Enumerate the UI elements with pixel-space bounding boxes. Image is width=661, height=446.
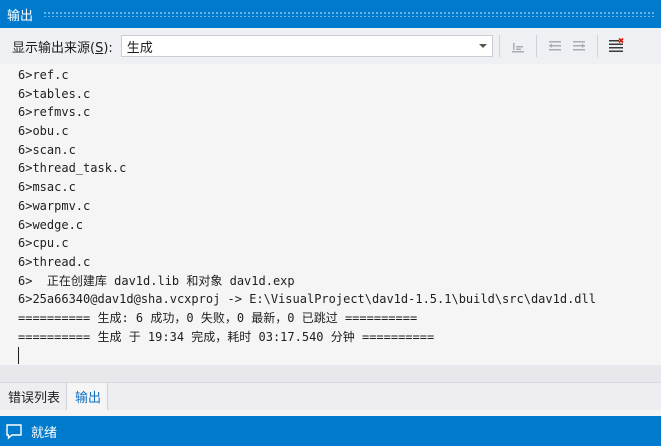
output-line: 6>scan.c: [18, 142, 76, 157]
next-message-button[interactable]: [567, 34, 591, 58]
output-window: 输出 显示输出来源(S): 生成 6>ref.c 6>tables.c 6>re…: [0, 0, 661, 446]
toolbar-separator: [498, 35, 500, 57]
title-bar[interactable]: 输出: [0, 0, 661, 28]
previous-message-icon: [548, 41, 561, 51]
output-line: 6>refmvs.c: [18, 105, 91, 120]
source-label-prefix: 显示输出来源(: [12, 40, 96, 56]
source-label-suffix: ):: [103, 40, 113, 56]
output-line: 6> 正在创建库 dav1d.lib 和对象 dav1d.exp: [18, 273, 295, 288]
previous-message-button[interactable]: [543, 34, 567, 58]
tab-output[interactable]: 输出: [66, 383, 109, 410]
output-line: 6>thread_task.c: [18, 161, 127, 176]
output-line: 6>obu.c: [18, 124, 69, 139]
drag-grip[interactable]: [43, 11, 655, 17]
text-caret: [18, 347, 19, 364]
output-lines: 6>ref.c 6>tables.c 6>refmvs.c 6>obu.c 6>scan…: [18, 66, 596, 346]
status-bar: 就绪: [0, 416, 661, 446]
output-source-dropdown[interactable]: 生成: [120, 35, 493, 57]
clear-all-icon: [608, 37, 624, 52]
output-line: ========== 生成 于 19:34 完成，耗时 03:17.540 分钟…: [18, 329, 435, 344]
source-label: 显示输出来源(S):: [0, 37, 113, 56]
next-message-icon: [572, 41, 585, 51]
output-toolbar: 显示输出来源(S): 生成: [0, 28, 661, 65]
output-line: 6>cpu.c: [18, 236, 69, 251]
chevron-down-icon[interactable]: [478, 44, 487, 48]
output-line: ========== 生成: 6 成功，0 失败，0 最新，0 已跳过 ====…: [18, 310, 418, 325]
output-line: 6>msac.c: [18, 180, 76, 195]
toolbar-separator: [596, 35, 598, 57]
find-message-button[interactable]: [506, 34, 530, 58]
find-message-icon: [511, 43, 524, 53]
output-line: 6>25a66340@dav1d@sha.vcxproj -> E:\Visua…: [18, 292, 596, 307]
clear-all-button[interactable]: [604, 34, 628, 58]
output-line: 6>ref.c: [18, 68, 69, 82]
horizontal-scrollbar[interactable]: [0, 365, 661, 382]
status-text: 就绪: [31, 425, 58, 441]
output-text-area[interactable]: 6>ref.c 6>tables.c 6>refmvs.c 6>obu.c 6>scan…: [0, 64, 661, 382]
output-line: 6>tables.c: [18, 86, 91, 101]
output-line: 6>thread.c: [18, 254, 91, 269]
notification-icon[interactable]: [5, 422, 23, 440]
toolbar-separator: [535, 35, 537, 57]
output-line: 6>wedge.c: [18, 217, 84, 232]
tab-error-list[interactable]: 错误列表: [0, 383, 66, 410]
window-title: 输出: [7, 8, 34, 24]
output-line: 6>warpmv.c: [18, 198, 91, 213]
output-source-value: 生成: [126, 40, 153, 56]
bottom-tab-strip: 错误列表 输出: [0, 382, 661, 410]
